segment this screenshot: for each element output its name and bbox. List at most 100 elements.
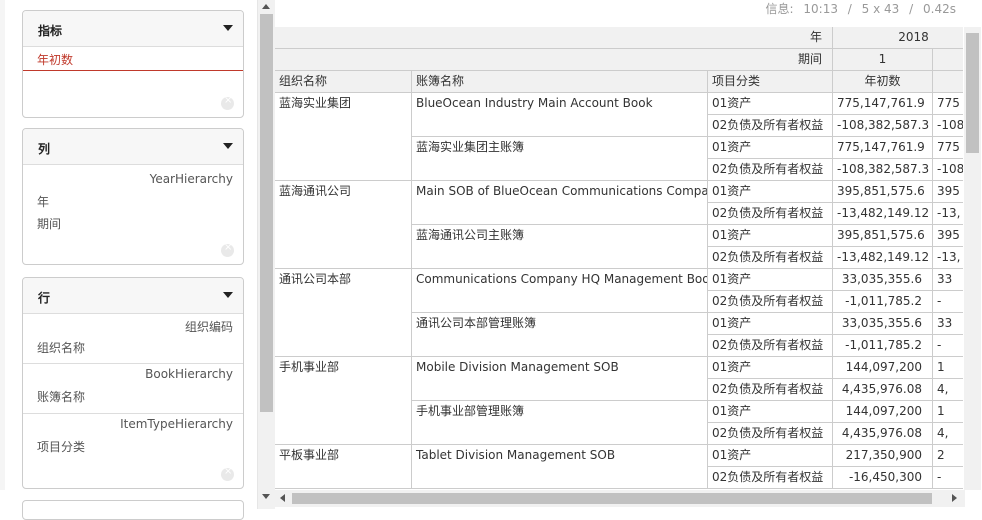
value-cell-partial: -108: [933, 159, 963, 181]
item-type-cell: 01资产: [708, 313, 833, 335]
info-bar: 信息: 10:13 / 5 x 43 / 0.42s: [760, 0, 957, 17]
table-horizontal-scroll-thumb[interactable]: [292, 493, 932, 504]
columns-dropdown-caret-icon[interactable]: [223, 143, 233, 149]
value-cell-partial: 775: [933, 137, 963, 159]
book-name-cell: 蓝海通讯公司主账簿: [412, 225, 708, 269]
value-cell-partial: 33: [933, 313, 963, 335]
rows-dropdown-caret-icon[interactable]: [223, 292, 233, 298]
indicator-selected-line: [23, 70, 243, 71]
value-cell-partial: 4,: [933, 379, 963, 401]
org-name-cell: 蓝海实业集团: [275, 93, 412, 181]
indicator-panel: 指标 年初数: [22, 10, 244, 118]
row-hierarchy-label: BookHierarchy: [145, 367, 233, 381]
table-vertical-scrollbar[interactable]: [964, 27, 981, 490]
info-separator: /: [909, 2, 914, 16]
info-duration: 0.42s: [923, 2, 956, 16]
value-cell: 395,851,575.6: [833, 225, 933, 247]
value-cell-partial: -13,: [933, 247, 963, 269]
columns-panel-header: 列: [23, 129, 243, 165]
value-cell-partial: -13,: [933, 203, 963, 225]
value-cell-partial: 4,: [933, 423, 963, 445]
indicator-panel-title: 指标: [38, 24, 63, 38]
year-header-label: 年: [275, 27, 833, 49]
value-cell-partial: 1: [933, 357, 963, 379]
indicator-item[interactable]: 年初数: [37, 51, 73, 68]
table-vertical-scroll-thumb[interactable]: [966, 33, 979, 153]
column-item-period[interactable]: 期间: [37, 215, 61, 232]
column-header: 账簿名称: [412, 71, 708, 93]
value-cell: 144,097,200: [833, 401, 933, 423]
book-name-cell: BlueOcean Industry Main Account Book: [412, 93, 708, 137]
value-cell: -13,482,149.12: [833, 203, 933, 225]
value-cell: 4,435,976.08: [833, 379, 933, 401]
scroll-left-arrow-icon[interactable]: [280, 494, 285, 502]
row-divider: [23, 413, 243, 414]
value-cell-partial: 1: [933, 401, 963, 423]
book-name-cell: Communications Company HQ Management Boo…: [412, 269, 708, 313]
indicator-dropdown-caret-icon[interactable]: [223, 25, 233, 31]
pivot-view: 信息: 10:13 / 5 x 43 / 0.42s 年 2018 期间 1 组织名称账…: [275, 0, 982, 509]
column-item-year[interactable]: 年: [37, 193, 49, 210]
sidebar-scrollbar[interactable]: [258, 0, 275, 509]
next-panel: [22, 500, 244, 520]
item-type-cell: 01资产: [708, 357, 833, 379]
rows-panel-title: 行: [38, 291, 51, 305]
value-cell-partial: 395: [933, 225, 963, 247]
value-cell-partial: -: [933, 291, 963, 313]
book-name-cell: 蓝海实业集团主账簿: [412, 137, 708, 181]
value-cell: 395,851,575.6: [833, 181, 933, 203]
value-cell-partial: 33: [933, 269, 963, 291]
item-type-cell: 02负债及所有者权益: [708, 335, 833, 357]
remove-circle-icon[interactable]: [221, 242, 234, 257]
item-type-cell: 02负债及所有者权益: [708, 423, 833, 445]
value-cell-partial: 775: [933, 93, 963, 115]
column-header: 年初数: [833, 71, 933, 93]
value-cell-partial: -108: [933, 115, 963, 137]
period-header-next: [933, 49, 963, 71]
value-cell-partial: -: [933, 335, 963, 357]
column-header: 项目分类: [708, 71, 833, 93]
item-type-cell: 01资产: [708, 269, 833, 291]
value-cell: 775,147,761.9: [833, 137, 933, 159]
row-item-org-name[interactable]: 组织名称: [37, 339, 85, 356]
remove-circle-icon[interactable]: [221, 466, 234, 481]
book-name-cell: 手机事业部管理账簿: [412, 401, 708, 445]
value-cell: 33,035,355.6: [833, 313, 933, 335]
value-cell: -1,011,785.2: [833, 291, 933, 313]
sidebar-scroll-thumb[interactable]: [260, 14, 273, 412]
book-name-cell: Tablet Division Management SOB: [412, 445, 708, 489]
value-cell: -1,011,785.2: [833, 335, 933, 357]
rows-panel-header: 行: [23, 278, 243, 314]
item-type-cell: 01资产: [708, 445, 833, 467]
scroll-up-arrow-icon[interactable]: [262, 4, 270, 9]
item-type-cell: 01资产: [708, 93, 833, 115]
item-type-cell: 02负债及所有者权益: [708, 379, 833, 401]
info-label: 信息:: [765, 2, 794, 16]
book-name-cell: Mobile Division Management SOB: [412, 357, 708, 401]
scroll-right-arrow-icon[interactable]: [952, 494, 957, 502]
value-cell-partial: 2: [933, 445, 963, 467]
row-hierarchy-label: ItemTypeHierarchy: [120, 417, 233, 431]
item-type-cell: 01资产: [708, 401, 833, 423]
period-header-label: 期间: [275, 49, 833, 71]
item-type-cell: 02负债及所有者权益: [708, 203, 833, 225]
item-type-cell: 02负债及所有者权益: [708, 247, 833, 269]
value-cell-partial: -: [933, 467, 963, 489]
rows-panel: 行 组织编码 组织名称 BookHierarchy 账簿名称 ItemTypeH…: [22, 277, 244, 489]
item-type-cell: 01资产: [708, 137, 833, 159]
value-cell: 217,350,900: [833, 445, 933, 467]
row-item-item-type[interactable]: 项目分类: [37, 438, 85, 455]
org-name-cell: 通讯公司本部: [275, 269, 412, 357]
value-cell: 775,147,761.9: [833, 93, 933, 115]
scroll-down-arrow-icon[interactable]: [262, 494, 270, 499]
pivot-table-viewport: 年 2018 期间 1 组织名称 账簿名称 项目分类 年初数 蓝海实业集团 BlueOcean I…: [275, 27, 963, 490]
row-divider: [23, 363, 243, 364]
org-name-cell: 手机事业部: [275, 357, 412, 445]
info-separator: /: [847, 2, 852, 16]
row-item-book-name[interactable]: 账簿名称: [37, 388, 85, 405]
value-cell: -108,382,587.3: [833, 115, 933, 137]
book-name-cell: 通讯公司本部管理账簿: [412, 313, 708, 357]
remove-circle-icon[interactable]: [221, 95, 234, 110]
table-horizontal-scrollbar[interactable]: [275, 490, 965, 507]
item-type-cell: 01资产: [708, 181, 833, 203]
